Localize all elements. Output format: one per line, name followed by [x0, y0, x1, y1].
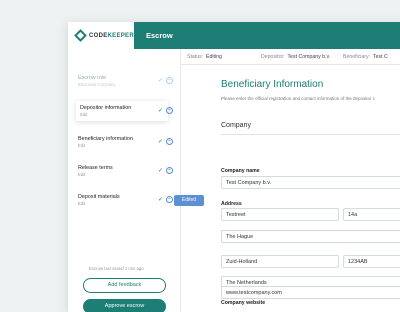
step-name: Release terms [78, 165, 113, 171]
depositor-field: Depositor: Test Company b.v. [261, 54, 330, 60]
postcode-input[interactable]: 1234AB [343, 255, 400, 268]
check-icon: ✓ [158, 168, 164, 174]
logo-text-b: KEEPER [107, 32, 134, 39]
add-feedback-button[interactable]: Add feedback [83, 278, 166, 293]
company-name-input[interactable]: Test Company b.v. [221, 176, 400, 189]
status-label: Status: [187, 54, 204, 60]
step-sub: Edit [80, 112, 88, 117]
intro-text: Please enter the official registration a… [221, 96, 376, 101]
beneficiary-label: Beneficiary: [343, 54, 371, 60]
step-depositor-information[interactable]: Depositor information Edit ✓ + [76, 101, 173, 121]
street-input[interactable]: Testreet [221, 208, 339, 221]
house-number-input[interactable]: 14a [343, 208, 400, 221]
address-label: Address [221, 201, 242, 207]
check-icon: ✓ [158, 108, 164, 114]
step-name: Beneficiary information [78, 136, 133, 142]
check-icon: ✓ [158, 197, 164, 203]
status-bar: Status: Editing Depositor: Test Company … [181, 49, 400, 65]
company-section-header: Company [221, 122, 400, 135]
check-icon: ✓ [158, 139, 164, 145]
step-sub: Edit [78, 201, 86, 206]
step-escrow-role[interactable]: Escrow role Escrowed Company ✓ + [78, 75, 173, 87]
top-bar: CODEKEEPER Escrow [68, 22, 400, 49]
beneficiary-field: Beneficiary: Test C [343, 54, 388, 60]
logo[interactable]: CODEKEEPER [68, 22, 134, 49]
approve-escrow-button[interactable]: Approve escrow [83, 299, 166, 312]
check-icon: ✓ [158, 78, 164, 84]
logo-text-a: CODE [88, 32, 108, 39]
plus-icon[interactable]: + [166, 138, 173, 145]
step-sub: Edit [78, 172, 86, 177]
status-value: Editing [206, 54, 222, 60]
step-release-terms[interactable]: Release terms Edit ✓ + [78, 165, 173, 177]
website-input[interactable]: www.testcompany.com [221, 286, 400, 299]
company-name-label: Company name [221, 168, 260, 174]
saved-status: Escrow last saved 1 min ago [89, 266, 144, 271]
beneficiary-value: Test C [373, 54, 388, 60]
logo-mark-icon [74, 29, 87, 42]
logo-text: CODEKEEPER [89, 33, 134, 39]
main-content: Beneficiary Information Please enter the… [181, 65, 400, 312]
section-title: Beneficiary Information [221, 79, 324, 90]
region-input[interactable]: Zuid-Holland [221, 255, 339, 268]
step-name: Deposit materials [78, 194, 120, 200]
app-window: CODEKEEPER Escrow Status: Editing Deposi… [68, 22, 400, 312]
plus-icon[interactable]: + [166, 107, 173, 114]
plus-icon[interactable]: + [166, 77, 173, 84]
step-name: Depositor information [80, 105, 132, 111]
step-sub: Escrowed Company [78, 82, 116, 87]
city-input[interactable]: The Hague [221, 230, 400, 243]
step-deposit-materials[interactable]: Deposit materials Edit ✓ + [78, 194, 173, 206]
step-beneficiary-information[interactable]: Beneficiary information Edit ✓ + [78, 136, 173, 148]
status-field: Status: Editing [187, 54, 222, 60]
step-sub: Edit [78, 143, 86, 148]
depositor-value: Test Company b.v. [287, 54, 331, 60]
plus-icon[interactable]: + [166, 167, 173, 174]
step-name: Escrow role [78, 75, 107, 81]
sidebar: Escrow role Escrowed Company ✓ + Deposit… [68, 49, 204, 312]
website-label: Company website [221, 300, 266, 306]
depositor-label: Depositor: [261, 54, 285, 60]
page-title: Escrow [146, 31, 173, 40]
plus-icon[interactable]: + [166, 196, 173, 203]
